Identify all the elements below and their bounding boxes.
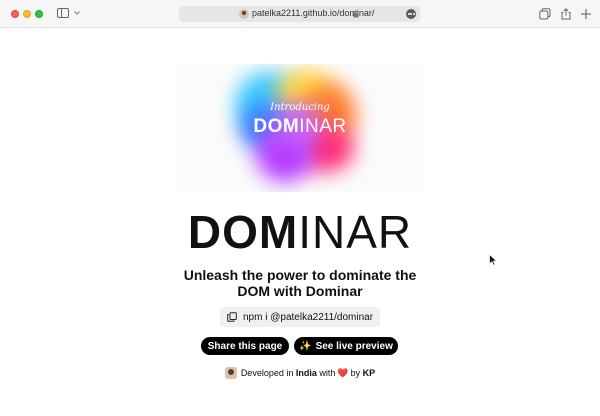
address-bar[interactable]: patelka2211.github.io/dominar/ <box>179 6 420 22</box>
sparkles-icon: ✨ <box>299 340 312 352</box>
site-favicon <box>239 9 249 19</box>
new-tab-icon[interactable] <box>580 8 592 20</box>
share-page-button[interactable]: Share this page <box>201 337 289 355</box>
hero-logo-text: DOMINAR <box>253 116 347 137</box>
author-avatar <box>224 367 237 379</box>
title-bold: DOM <box>187 206 299 258</box>
more-options-icon[interactable] <box>406 9 416 19</box>
zoom-window-button[interactable] <box>35 10 43 18</box>
mouse-cursor-icon <box>489 254 497 266</box>
tabs-overview-icon[interactable] <box>539 8 551 20</box>
footer-credit: Developed in India with ❤️ by KP <box>0 367 600 379</box>
hero-logo-image: Introducing DOMINAR <box>176 64 424 192</box>
minimize-window-button[interactable] <box>23 10 31 18</box>
copy-install-command-button[interactable]: npm i @patelka2211/dominar <box>220 307 380 327</box>
chevron-down-icon[interactable] <box>73 9 81 17</box>
lock-icon <box>353 10 359 18</box>
share-icon[interactable] <box>560 8 572 20</box>
page-subtitle: Unleash the power to dominate the DOM wi… <box>183 267 417 299</box>
hero-intro-text: Introducing <box>270 102 330 113</box>
live-preview-button[interactable]: ✨ See live preview <box>294 337 398 355</box>
close-window-button[interactable] <box>11 10 19 18</box>
page-title: DOMINAR <box>0 206 600 258</box>
install-command-text: npm i @patelka2211/dominar <box>243 311 374 323</box>
copy-icon <box>227 312 237 322</box>
sidebar-icon[interactable] <box>57 8 69 18</box>
country-name: India <box>295 368 317 378</box>
heart-icon: ❤️ <box>337 368 349 378</box>
author-name[interactable]: KP <box>363 368 376 378</box>
browser-toolbar: patelka2211.github.io/dominar/ <box>0 0 600 28</box>
title-rest: INAR <box>298 206 413 258</box>
